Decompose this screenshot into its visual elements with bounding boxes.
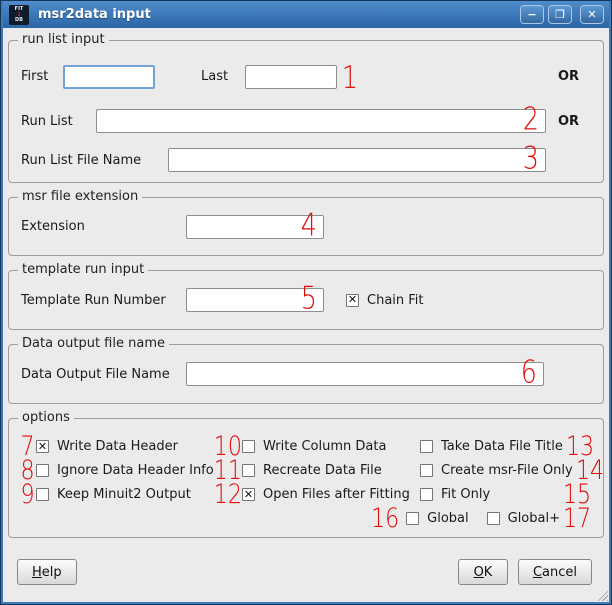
- minimize-icon[interactable]: −: [520, 5, 544, 24]
- group-msr-file-extension: msr file extension Extension 4: [8, 197, 604, 256]
- run-list-file-name-input[interactable]: [168, 148, 546, 172]
- or-label-2: OR: [546, 114, 591, 129]
- maximize-icon[interactable]: ❒: [548, 5, 572, 24]
- first-run-input[interactable]: [63, 65, 155, 89]
- recreate-data-file-label: Recreate Data File: [263, 463, 382, 478]
- run-list-label: Run List: [21, 114, 96, 129]
- annotation-17: 17: [563, 505, 590, 532]
- options-row-3: 9 Keep Minuit2 Output 12 ✕ Open Files af…: [19, 483, 593, 506]
- write-column-data-checkbox[interactable]: [242, 440, 255, 453]
- create-msr-file-only-label: Create msr-File Only: [441, 463, 573, 478]
- close-icon[interactable]: ✕: [580, 5, 604, 24]
- data-output-file-name-input[interactable]: [186, 362, 544, 386]
- take-data-file-title-checkbox[interactable]: [420, 440, 433, 453]
- template-run-row: Template Run Number 5 ✕ Chain Fit: [9, 288, 603, 312]
- chain-fit-label: Chain Fit: [367, 293, 424, 308]
- group-title-msr-file-extension: msr file extension: [18, 189, 142, 204]
- group-title-options: options: [18, 410, 74, 425]
- annotation-2: 2: [523, 104, 539, 135]
- global-plus-checkbox[interactable]: [487, 512, 500, 525]
- annotation-4: 4: [301, 210, 317, 241]
- global-plus-label: Global+: [508, 511, 560, 526]
- take-data-file-title-label: Take Data File Title: [441, 439, 563, 454]
- create-msr-file-only-checkbox[interactable]: [420, 464, 433, 477]
- group-options: options 7 ✕ Write Data Header 10 Write C…: [8, 418, 604, 538]
- last-run-input[interactable]: [245, 65, 337, 89]
- options-row-4: 16 Global Global+ 17: [19, 507, 593, 530]
- app-icon-db-text: DB: [15, 17, 23, 23]
- dialog-content: run list input First Last 1 OR Run List …: [3, 28, 609, 602]
- group-title-run-list-input: run list input: [18, 32, 109, 47]
- global-label: Global: [427, 511, 468, 526]
- group-data-output-file-name: Data output file name Data Output File N…: [8, 344, 604, 404]
- write-data-header-checkbox[interactable]: ✕: [36, 440, 49, 453]
- msr2data-dialog-window: FIT ↓ DB msr2data input − ❒ ✕ run list i…: [0, 0, 612, 605]
- annotation-12: 12: [214, 481, 239, 508]
- fit-only-checkbox[interactable]: [420, 488, 433, 501]
- template-run-number-label: Template Run Number: [21, 293, 186, 308]
- global-checkbox[interactable]: [406, 512, 419, 525]
- run-list-row: Run List 2 OR: [9, 109, 603, 133]
- extension-label: Extension: [21, 219, 186, 234]
- annotation-6: 6: [521, 357, 537, 388]
- open-files-after-fitting-label: Open Files after Fitting: [263, 487, 410, 502]
- cancel-button[interactable]: Cancel: [518, 559, 592, 585]
- button-row: Help OK Cancel: [8, 552, 604, 585]
- group-title-template-run-input: template run input: [18, 262, 148, 277]
- data-output-file-name-label: Data Output File Name: [21, 367, 186, 382]
- group-template-run-input: template run input Template Run Number 5…: [8, 270, 604, 330]
- or-label-1: OR: [546, 69, 591, 84]
- run-list-input[interactable]: [96, 109, 546, 133]
- chain-fit-checkbox[interactable]: ✕: [346, 294, 359, 307]
- help-button[interactable]: Help: [17, 559, 77, 585]
- recreate-data-file-checkbox[interactable]: [242, 464, 255, 477]
- annotation-3: 3: [523, 143, 539, 174]
- ignore-data-header-info-checkbox[interactable]: [36, 464, 49, 477]
- keep-minuit2-output-checkbox[interactable]: [36, 488, 49, 501]
- run-list-file-row: Run List File Name 3: [9, 148, 603, 172]
- annotation-5: 5: [301, 283, 317, 314]
- titlebar[interactable]: FIT ↓ DB msr2data input − ❒ ✕: [3, 1, 609, 28]
- write-data-header-label: Write Data Header: [57, 439, 178, 454]
- group-run-list-input: run list input First Last 1 OR Run List …: [8, 40, 604, 183]
- open-files-after-fitting-checkbox[interactable]: ✕: [242, 488, 255, 501]
- window-title: msr2data input: [38, 7, 520, 22]
- options-row-1: 7 ✕ Write Data Header 10 Write Column Da…: [19, 435, 593, 458]
- first-last-row: First Last 1 OR: [9, 59, 603, 94]
- data-output-row: Data Output File Name 6: [9, 362, 603, 386]
- extension-row: Extension 4: [9, 215, 603, 239]
- first-label: First: [21, 69, 63, 84]
- last-label: Last: [201, 69, 233, 84]
- ignore-data-header-info-label: Ignore Data Header Info: [57, 463, 214, 478]
- annotation-9: 9: [21, 481, 35, 508]
- annotation-1: 1: [342, 63, 358, 94]
- run-list-file-name-label: Run List File Name: [21, 153, 168, 168]
- fit-only-label: Fit Only: [441, 487, 490, 502]
- group-title-data-output-file-name: Data output file name: [18, 336, 169, 351]
- options-row-2: 8 Ignore Data Header Info 11 Recreate Da…: [19, 459, 593, 482]
- ok-button[interactable]: OK: [458, 559, 508, 585]
- annotation-16: 16: [371, 505, 399, 532]
- keep-minuit2-output-label: Keep Minuit2 Output: [57, 487, 191, 502]
- msr2data-app-icon: FIT ↓ DB: [9, 5, 29, 25]
- write-column-data-label: Write Column Data: [263, 439, 386, 454]
